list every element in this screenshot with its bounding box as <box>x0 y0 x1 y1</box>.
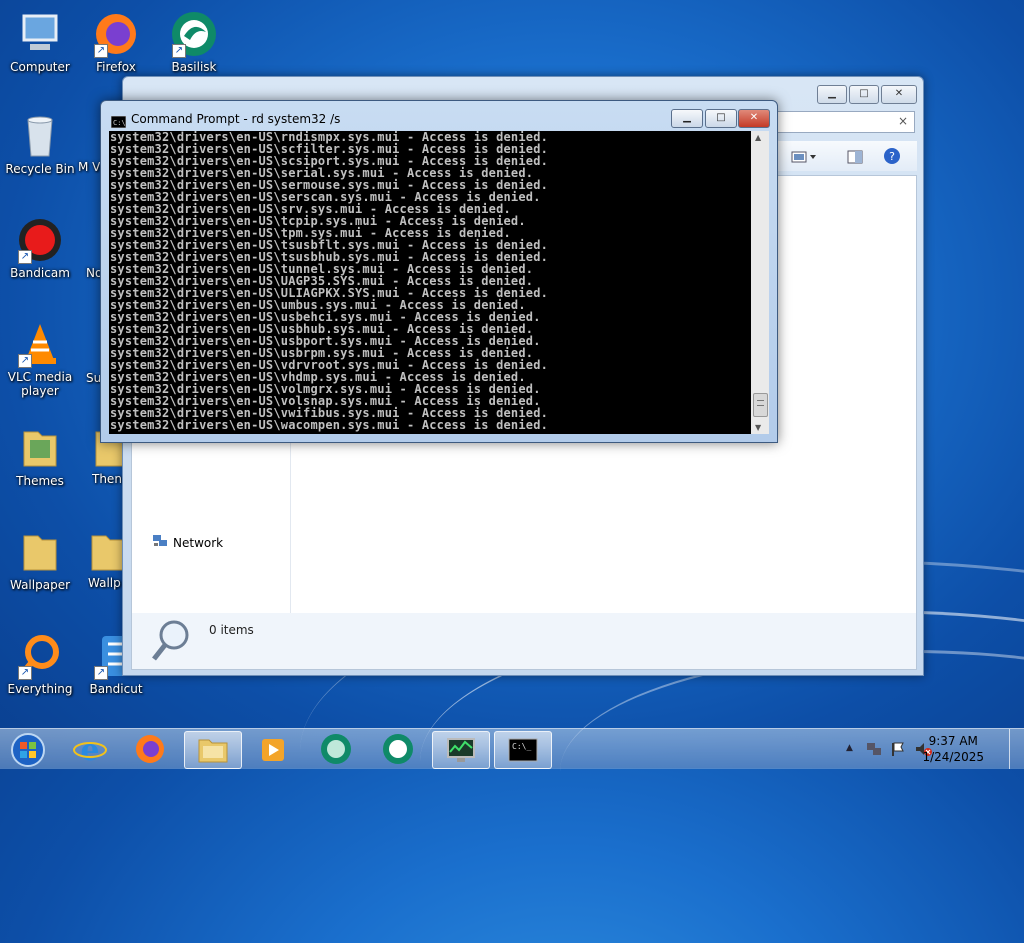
desktop-icon-label: Recycle Bin <box>5 162 75 176</box>
desktop-icon-label: Themes <box>16 474 64 488</box>
windows-orb-icon <box>11 733 45 767</box>
desktop-icon-label: Wallpaper <box>9 578 71 592</box>
desktop-icon-bandicam[interactable]: ↗ Bandicam <box>2 216 78 280</box>
shortcut-arrow-icon: ↗ <box>94 666 108 680</box>
explorer-maximize-button[interactable]: □ <box>849 85 879 104</box>
svg-text:C:\: C:\ <box>113 119 126 127</box>
scroll-down-icon[interactable]: ▼ <box>755 423 761 432</box>
desktop-icon-label: Computer <box>10 60 70 74</box>
explorer-close-button[interactable]: ✕ <box>881 85 917 104</box>
basilisk-icon <box>383 734 413 764</box>
desktop-icon-label: Bandicut <box>89 682 143 696</box>
command-prompt-window[interactable]: C:\ Command Prompt - rd system32 /s ▁ □ … <box>100 100 778 443</box>
help-icon[interactable]: ? <box>883 147 901 169</box>
desktop-icon-wallpaper-2[interactable]: Wallp <box>88 528 122 590</box>
svg-text:C:\_: C:\_ <box>512 742 531 751</box>
taskbar-command-prompt[interactable]: C:\_ <box>494 731 552 769</box>
desktop-icon-basilisk[interactable]: ↗ Basilisk <box>156 10 232 74</box>
desktop-icon-computer[interactable]: Computer <box>2 10 78 74</box>
taskbar-firefox[interactable] <box>122 731 178 767</box>
cmd-output: system32\drivers\en-US\rndismpx.sys.mui … <box>109 131 751 431</box>
desktop-icon-themes[interactable]: Themes <box>2 424 78 488</box>
explorer-minimize-button[interactable]: ▁ <box>817 85 847 104</box>
taskbar-basilisk-1[interactable] <box>308 731 364 767</box>
taskbar: e C:\_ ▲ 9:37 AM 1/24/2025 <box>0 728 1024 769</box>
start-button[interactable] <box>2 731 54 767</box>
recycle-bin-icon <box>16 112 64 160</box>
media-icon <box>262 739 284 761</box>
cmd-icon: C:\_ <box>508 738 538 762</box>
basilisk-icon: ↗ <box>170 10 218 58</box>
desktop-icon-label: Then <box>92 472 122 486</box>
desktop-icon-label: Su <box>86 371 102 385</box>
nav-item-network[interactable]: Network <box>152 534 223 551</box>
desktop-icon-label: Everything <box>7 682 73 696</box>
scroll-up-icon[interactable]: ▲ <box>755 133 761 142</box>
desktop-icon-label: Wallp <box>88 576 121 590</box>
desktop-icon-firefox[interactable]: ↗ Firefox <box>78 10 154 74</box>
shortcut-arrow-icon: ↗ <box>18 666 32 680</box>
preview-pane-icon[interactable] <box>847 149 863 168</box>
folder-icon <box>198 739 228 763</box>
explorer-search-box[interactable]: × <box>773 111 915 133</box>
cmd-minimize-button[interactable]: ▁ <box>671 109 703 128</box>
cmd-close-button[interactable]: ✕ <box>738 109 770 128</box>
system-clock[interactable]: 9:37 AM 1/24/2025 <box>922 733 984 765</box>
desktop-icon-label: Bandicam <box>10 266 70 280</box>
desktop-icon-everything[interactable]: ↗ Everything <box>2 632 78 696</box>
search-icon <box>150 619 194 667</box>
shortcut-arrow-icon: ↗ <box>94 44 108 58</box>
action-center-flag-icon[interactable] <box>890 741 906 761</box>
folder-icon <box>16 528 64 576</box>
clock-date: 1/24/2025 <box>922 750 984 764</box>
clear-search-icon[interactable]: × <box>898 114 908 128</box>
taskbar-internet-explorer[interactable]: e <box>62 731 118 768</box>
folder-icon <box>16 424 64 472</box>
computer-icon <box>16 10 64 58</box>
svg-text:?: ? <box>889 150 895 163</box>
cmd-scrollbar[interactable]: ▲ ▼ <box>751 131 769 434</box>
scrollbar-thumb[interactable] <box>753 393 768 417</box>
taskbar-windows-explorer[interactable] <box>184 731 242 769</box>
nav-item-label: Network <box>173 535 224 550</box>
cmd-title: Command Prompt - rd system32 /s <box>131 112 341 126</box>
shortcut-arrow-icon: ↗ <box>18 250 32 264</box>
cmd-console[interactable]: system32\drivers\en-US\rndismpx.sys.mui … <box>109 131 751 434</box>
cmd-output-line: system32\drivers\en-US\wacompen.sys.mui … <box>110 418 549 432</box>
details-pane: 0 items <box>131 613 917 670</box>
svg-text:e: e <box>80 733 99 767</box>
desktop-icon-label: VLC media player <box>7 370 73 398</box>
desktop-icon-wallpaper[interactable]: Wallpaper <box>2 528 78 592</box>
firefox-icon: ↗ <box>92 10 140 58</box>
taskbar-task-manager[interactable] <box>432 731 490 769</box>
network-icon <box>152 534 168 551</box>
ie-icon: e <box>73 733 107 768</box>
basilisk-icon <box>321 734 351 764</box>
clock-time: 9:37 AM <box>928 734 978 748</box>
folder-icon <box>88 528 122 576</box>
taskbar-basilisk-2[interactable] <box>370 731 426 767</box>
taskbar-media-player[interactable] <box>244 731 300 767</box>
explorer-toolbar: ? <box>773 141 917 171</box>
monitor-icon <box>447 738 475 762</box>
shortcut-arrow-icon: ↗ <box>18 354 32 368</box>
desktop-icon-label: Basilisk <box>171 60 217 74</box>
view-options-icon[interactable] <box>791 149 817 168</box>
shortcut-arrow-icon: ↗ <box>172 44 186 58</box>
show-hidden-icons-icon[interactable]: ▲ <box>846 743 853 753</box>
desktop-icon-label: Firefox <box>96 60 136 74</box>
item-count: 0 items <box>209 623 254 637</box>
network-tray-icon[interactable] <box>866 741 882 761</box>
vlc-icon: ↗ <box>16 320 64 368</box>
desktop-icon-vlc[interactable]: ↗ VLC media player <box>2 320 78 398</box>
desktop-icon-recycle-bin[interactable]: Recycle Bin <box>2 112 78 176</box>
firefox-icon <box>136 735 164 763</box>
show-desktop-button[interactable] <box>1009 729 1024 769</box>
cmd-maximize-button[interactable]: □ <box>705 109 737 128</box>
everything-icon: ↗ <box>16 632 64 680</box>
bandicam-icon: ↗ <box>16 216 64 264</box>
cmd-app-icon: C:\ <box>110 113 127 132</box>
